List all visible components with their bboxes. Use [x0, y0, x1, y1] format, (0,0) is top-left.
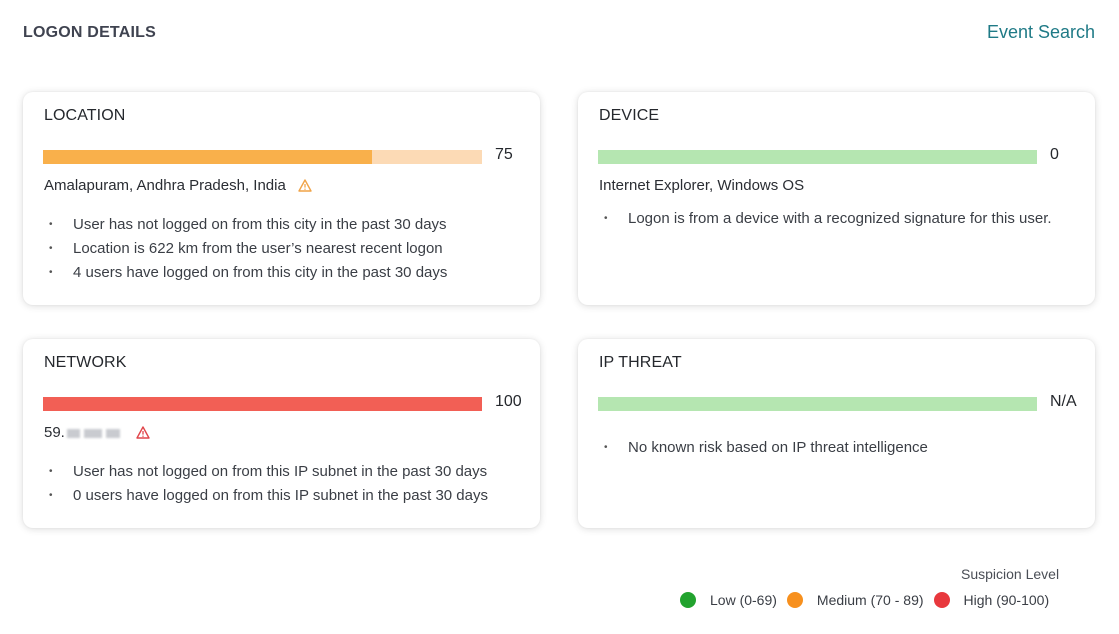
redacted-ip-segment	[66, 424, 124, 441]
warning-triangle-icon	[136, 426, 150, 439]
event-search-link[interactable]: Event Search	[987, 22, 1095, 43]
legend-item-medium: Medium (70 - 89)	[786, 592, 924, 608]
legend-label: Low (0-69)	[710, 592, 777, 608]
ip-address-text: 59.	[44, 424, 65, 441]
location-card: LOCATION 75 Amalapuram, Andhra Pradesh, …	[23, 92, 540, 305]
finding-item: 4 users have logged on from this city in…	[44, 261, 447, 285]
medium-dot-icon	[786, 592, 803, 608]
finding-item: Logon is from a device with a recognized…	[599, 207, 1052, 231]
ip-threat-card: IP THREAT N/A No known risk based on IP …	[578, 339, 1095, 528]
ip-threat-findings: No known risk based on IP threat intelli…	[599, 436, 928, 460]
card-title: IP THREAT	[599, 354, 682, 371]
legend-label: Medium (70 - 89)	[816, 592, 924, 608]
score-bar: 100	[43, 393, 523, 411]
score-bar-fill	[598, 397, 1037, 411]
location-detail: Amalapuram, Andhra Pradesh, India	[44, 177, 312, 194]
legend-item-high: High (90-100)	[933, 592, 1050, 608]
card-title: LOCATION	[44, 107, 126, 124]
score-value: 0	[1050, 146, 1059, 163]
network-card: NETWORK 100 59. User has not logged on f…	[23, 339, 540, 528]
device-detail: Internet Explorer, Windows OS	[599, 177, 804, 194]
score-bar: N/A	[598, 393, 1078, 411]
low-dot-icon	[680, 592, 696, 608]
score-bar-fill	[43, 397, 482, 411]
legend-title: Suspicion Level	[961, 566, 1060, 582]
finding-item: 0 users have logged on from this IP subn…	[44, 484, 488, 508]
finding-item: User has not logged on from this city in…	[44, 213, 447, 237]
high-dot-icon	[933, 592, 950, 608]
device-text: Internet Explorer, Windows OS	[599, 177, 805, 194]
finding-item: No known risk based on IP threat intelli…	[599, 436, 928, 460]
score-value: 75	[495, 146, 513, 163]
network-findings: User has not logged on from this IP subn…	[44, 460, 488, 508]
finding-item: User has not logged on from this IP subn…	[44, 460, 488, 484]
warning-triangle-icon	[298, 179, 312, 192]
legend-label: High (90-100)	[963, 592, 1050, 608]
card-title: DEVICE	[599, 107, 660, 124]
score-bar-track	[598, 150, 1037, 164]
finding-item: Location is 622 km from the user’s neare…	[44, 237, 447, 261]
card-title: NETWORK	[44, 354, 127, 371]
page-title: LOGON DETAILS	[23, 24, 156, 41]
score-bar: 75	[43, 146, 523, 164]
location-text: Amalapuram, Andhra Pradesh, India	[44, 177, 286, 194]
score-bar-fill	[43, 150, 373, 164]
location-findings: User has not logged on from this city in…	[44, 213, 447, 285]
score-value: 100	[495, 393, 522, 410]
device-card: DEVICE 0 Internet Explorer, Windows OS L…	[578, 92, 1095, 305]
score-value: N/A	[1050, 393, 1077, 410]
device-findings: Logon is from a device with a recognized…	[599, 207, 1052, 231]
suspicion-legend: Low (0-69) Medium (70 - 89) High (90-100…	[680, 592, 1059, 608]
score-bar: 0	[598, 146, 1078, 164]
legend-item-low: Low (0-69)	[680, 592, 777, 608]
network-detail: 59.	[44, 424, 150, 441]
